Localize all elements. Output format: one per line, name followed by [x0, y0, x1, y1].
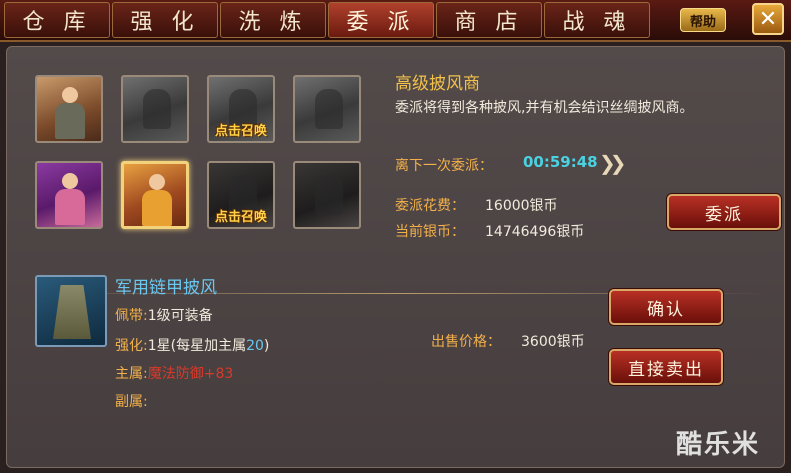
dispatch-button[interactable]: 委派	[667, 194, 781, 230]
double-chevron-right-icon[interactable]: ❯❯	[599, 151, 626, 175]
locked-portrait	[315, 175, 343, 215]
item-slot[interactable]	[35, 275, 107, 347]
watermark-logo: 酷乐米	[676, 430, 761, 460]
locked-portrait	[143, 89, 171, 129]
merchant-portrait	[55, 87, 85, 139]
merchant-slot-8[interactable]	[293, 161, 361, 229]
merchant-slot-3[interactable]: 点击召唤	[207, 75, 275, 143]
merchant-slot-1[interactable]	[35, 75, 103, 143]
mission-description: 委派将得到各种披风,并有机会结识丝绸披风商。	[395, 100, 694, 116]
cost-value: 16000银币	[485, 198, 558, 214]
tab-enhance[interactable]: 强 化	[112, 2, 218, 38]
silver-value: 14746496银币	[485, 224, 585, 240]
tab-shop[interactable]: 商 店	[436, 2, 542, 38]
price-value: 3600银币	[521, 334, 585, 350]
tab-war-soul[interactable]: 战 魂	[544, 2, 650, 38]
mission-title: 高级披风商	[395, 74, 480, 94]
cloak-icon	[53, 285, 91, 339]
merchant-portrait	[142, 174, 172, 226]
merchant-slot-5[interactable]	[35, 161, 103, 229]
dispatch-panel: 点击召唤 点击召唤 高级披风商 委派将得到各种披风,并有机会结识丝绸披风商。 离…	[6, 46, 785, 468]
sell-directly-button[interactable]: 直接卖出	[609, 349, 723, 385]
item-enhance-level: 强化:1星(每星加主属20)	[115, 338, 270, 354]
silver-label: 当前银币：	[395, 224, 465, 240]
item-wear-requirement: 佩带:1级可装备	[115, 308, 213, 324]
tab-bar: 仓 库 强 化 洗 炼 委 派 商 店 战 魂 帮助 ✕	[0, 0, 791, 42]
item-sub-attribute: 副属:	[115, 394, 148, 410]
locked-portrait	[315, 89, 343, 129]
item-main-attribute: 主属:魔法防御+83	[115, 366, 234, 382]
item-name: 军用链甲披风	[115, 278, 217, 298]
summon-label: 点击召唤	[214, 210, 267, 225]
countdown-label: 离下一次委派：	[395, 158, 493, 174]
countdown-timer: 00:59:48	[523, 153, 598, 171]
tab-warehouse[interactable]: 仓 库	[4, 2, 110, 38]
tab-dispatch[interactable]: 委 派	[328, 2, 434, 38]
merchant-slot-4[interactable]	[293, 75, 361, 143]
price-label: 出售价格：	[431, 334, 501, 350]
summon-label: 点击召唤	[214, 124, 267, 139]
merchant-slot-2[interactable]	[121, 75, 189, 143]
help-button[interactable]: 帮助	[680, 8, 726, 32]
cost-label: 委派花费：	[395, 198, 465, 214]
confirm-button[interactable]: 确认	[609, 289, 723, 325]
tab-refine[interactable]: 洗 炼	[220, 2, 326, 38]
merchant-slot-7[interactable]: 点击召唤	[207, 161, 275, 229]
close-button[interactable]: ✕	[752, 3, 784, 35]
merchant-portrait	[55, 173, 85, 225]
merchant-slot-6[interactable]	[121, 161, 189, 229]
